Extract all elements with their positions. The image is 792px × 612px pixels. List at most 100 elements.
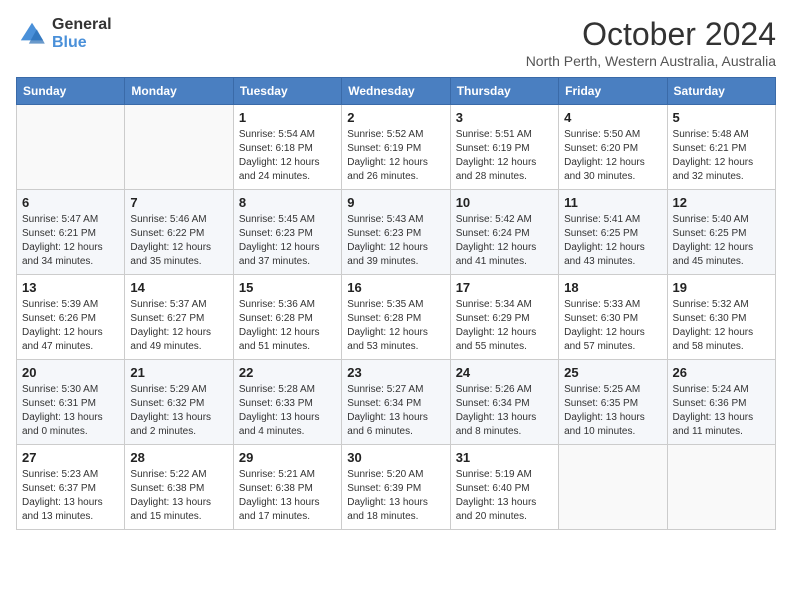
subtitle: North Perth, Western Australia, Australi…	[526, 53, 776, 69]
day-number: 23	[347, 365, 444, 380]
calendar-cell: 6 Sunrise: 5:47 AMSunset: 6:21 PMDaylight…	[17, 190, 125, 275]
day-number: 9	[347, 195, 444, 210]
calendar-cell: 22Sunrise: 5:28 AMSunset: 6:33 PMDayligh…	[233, 360, 341, 445]
day-header-saturday: Saturday	[667, 78, 775, 105]
day-number: 18	[564, 280, 661, 295]
day-header-monday: Monday	[125, 78, 233, 105]
calendar-cell: 10 Sunrise: 5:42 AMSunset: 6:24 PMDayligh…	[450, 190, 558, 275]
calendar-cell: 24 Sunrise: 5:26 AMSunset: 6:34 PMDayligh…	[450, 360, 558, 445]
calendar-cell: 12 Sunrise: 5:40 AMSunset: 6:25 PMDayligh…	[667, 190, 775, 275]
day-info: Sunrise: 5:48 AMSunset: 6:21 PMDaylight:…	[673, 128, 770, 184]
day-info: Sunrise: 5:28 AMSunset: 6:33 PMDaylight:…	[239, 383, 336, 439]
calendar-cell: 8Sunrise: 5:45 AMSunset: 6:23 PMDaylight…	[233, 190, 341, 275]
day-info: Sunrise: 5:22 AMSunset: 6:38 PMDaylight:…	[130, 468, 227, 524]
day-info: Sunrise: 5:52 AMSunset: 6:19 PMDaylight:…	[347, 128, 444, 184]
day-number: 31	[456, 450, 553, 465]
day-info: Sunrise: 5:37 AMSunset: 6:27 PMDaylight:…	[130, 298, 227, 354]
day-header-friday: Friday	[559, 78, 667, 105]
title-block: October 2024 North Perth, Western Austra…	[526, 16, 776, 69]
day-number: 20	[22, 365, 119, 380]
day-number: 3	[456, 110, 553, 125]
day-info: Sunrise: 5:45 AMSunset: 6:23 PMDaylight:…	[239, 213, 336, 269]
calendar-cell: 16Sunrise: 5:35 AMSunset: 6:28 PMDayligh…	[342, 275, 450, 360]
calendar-cell: 20Sunrise: 5:30 AMSunset: 6:31 PMDayligh…	[17, 360, 125, 445]
day-info: Sunrise: 5:47 AMSunset: 6:21 PMDaylight:…	[22, 213, 119, 269]
calendar-cell: 21Sunrise: 5:29 AMSunset: 6:32 PMDayligh…	[125, 360, 233, 445]
day-info: Sunrise: 5:51 AMSunset: 6:19 PMDaylight:…	[456, 128, 553, 184]
day-number: 29	[239, 450, 336, 465]
day-number: 28	[130, 450, 227, 465]
day-info: Sunrise: 5:33 AMSunset: 6:30 PMDaylight:…	[564, 298, 661, 354]
calendar-cell: 11 Sunrise: 5:41 AMSunset: 6:25 PMDayligh…	[559, 190, 667, 275]
calendar-cell: 28 Sunrise: 5:22 AMSunset: 6:38 PMDayligh…	[125, 445, 233, 530]
day-info: Sunrise: 5:34 AMSunset: 6:29 PMDaylight:…	[456, 298, 553, 354]
calendar-cell	[559, 445, 667, 530]
day-info: Sunrise: 5:46 AMSunset: 6:22 PMDaylight:…	[130, 213, 227, 269]
day-number: 21	[130, 365, 227, 380]
day-number: 24	[456, 365, 553, 380]
day-number: 27	[22, 450, 119, 465]
day-header-tuesday: Tuesday	[233, 78, 341, 105]
calendar-week-row: 6 Sunrise: 5:47 AMSunset: 6:21 PMDaylight…	[17, 190, 776, 275]
calendar-cell: 30Sunrise: 5:20 AMSunset: 6:39 PMDayligh…	[342, 445, 450, 530]
calendar-cell: 29 Sunrise: 5:21 AMSunset: 6:38 PMDayligh…	[233, 445, 341, 530]
day-info: Sunrise: 5:19 AMSunset: 6:40 PMDaylight:…	[456, 468, 553, 524]
day-info: Sunrise: 5:26 AMSunset: 6:34 PMDaylight:…	[456, 383, 553, 439]
calendar-cell: 5 Sunrise: 5:48 AMSunset: 6:21 PMDaylight…	[667, 105, 775, 190]
day-info: Sunrise: 5:40 AMSunset: 6:25 PMDaylight:…	[673, 213, 770, 269]
day-number: 10	[456, 195, 553, 210]
month-title: October 2024	[526, 16, 776, 53]
calendar-cell: 23Sunrise: 5:27 AMSunset: 6:34 PMDayligh…	[342, 360, 450, 445]
calendar-cell	[667, 445, 775, 530]
day-number: 1	[239, 110, 336, 125]
day-number: 14	[130, 280, 227, 295]
day-number: 25	[564, 365, 661, 380]
calendar-cell: 25 Sunrise: 5:25 AMSunset: 6:35 PMDayligh…	[559, 360, 667, 445]
day-number: 30	[347, 450, 444, 465]
day-number: 11	[564, 195, 661, 210]
day-info: Sunrise: 5:42 AMSunset: 6:24 PMDaylight:…	[456, 213, 553, 269]
day-number: 7	[130, 195, 227, 210]
calendar-cell: 14 Sunrise: 5:37 AMSunset: 6:27 PMDayligh…	[125, 275, 233, 360]
calendar-week-row: 1 Sunrise: 5:54 AMSunset: 6:18 PMDaylight…	[17, 105, 776, 190]
day-info: Sunrise: 5:41 AMSunset: 6:25 PMDaylight:…	[564, 213, 661, 269]
day-number: 12	[673, 195, 770, 210]
day-info: Sunrise: 5:35 AMSunset: 6:28 PMDaylight:…	[347, 298, 444, 354]
calendar-cell: 19Sunrise: 5:32 AMSunset: 6:30 PMDayligh…	[667, 275, 775, 360]
day-number: 6	[22, 195, 119, 210]
day-number: 26	[673, 365, 770, 380]
day-number: 17	[456, 280, 553, 295]
calendar-cell: 1 Sunrise: 5:54 AMSunset: 6:18 PMDaylight…	[233, 105, 341, 190]
calendar-cell: 3 Sunrise: 5:51 AMSunset: 6:19 PMDaylight…	[450, 105, 558, 190]
day-info: Sunrise: 5:23 AMSunset: 6:37 PMDaylight:…	[22, 468, 119, 524]
day-header-sunday: Sunday	[17, 78, 125, 105]
calendar-cell: 31 Sunrise: 5:19 AMSunset: 6:40 PMDayligh…	[450, 445, 558, 530]
day-info: Sunrise: 5:32 AMSunset: 6:30 PMDaylight:…	[673, 298, 770, 354]
day-number: 2	[347, 110, 444, 125]
calendar-week-row: 13 Sunrise: 5:39 AMSunset: 6:26 PMDayligh…	[17, 275, 776, 360]
calendar-cell: 18 Sunrise: 5:33 AMSunset: 6:30 PMDayligh…	[559, 275, 667, 360]
logo-text: General Blue	[52, 16, 112, 52]
calendar-table: SundayMondayTuesdayWednesdayThursdayFrid…	[16, 77, 776, 530]
calendar-cell: 17 Sunrise: 5:34 AMSunset: 6:29 PMDayligh…	[450, 275, 558, 360]
calendar-cell	[125, 105, 233, 190]
calendar-cell: 2 Sunrise: 5:52 AMSunset: 6:19 PMDaylight…	[342, 105, 450, 190]
day-info: Sunrise: 5:36 AMSunset: 6:28 PMDaylight:…	[239, 298, 336, 354]
day-number: 13	[22, 280, 119, 295]
day-info: Sunrise: 5:21 AMSunset: 6:38 PMDaylight:…	[239, 468, 336, 524]
day-info: Sunrise: 5:25 AMSunset: 6:35 PMDaylight:…	[564, 383, 661, 439]
calendar-week-row: 27 Sunrise: 5:23 AMSunset: 6:37 PMDayligh…	[17, 445, 776, 530]
day-number: 4	[564, 110, 661, 125]
header: General Blue October 2024 North Perth, W…	[16, 16, 776, 69]
day-header-wednesday: Wednesday	[342, 78, 450, 105]
day-info: Sunrise: 5:24 AMSunset: 6:36 PMDaylight:…	[673, 383, 770, 439]
day-number: 5	[673, 110, 770, 125]
calendar-cell: 13 Sunrise: 5:39 AMSunset: 6:26 PMDayligh…	[17, 275, 125, 360]
day-header-thursday: Thursday	[450, 78, 558, 105]
day-info: Sunrise: 5:54 AMSunset: 6:18 PMDaylight:…	[239, 128, 336, 184]
calendar-header-row: SundayMondayTuesdayWednesdayThursdayFrid…	[17, 78, 776, 105]
day-number: 15	[239, 280, 336, 295]
calendar-cell: 9Sunrise: 5:43 AMSunset: 6:23 PMDaylight…	[342, 190, 450, 275]
day-info: Sunrise: 5:39 AMSunset: 6:26 PMDaylight:…	[22, 298, 119, 354]
calendar-cell: 4Sunrise: 5:50 AMSunset: 6:20 PMDaylight…	[559, 105, 667, 190]
